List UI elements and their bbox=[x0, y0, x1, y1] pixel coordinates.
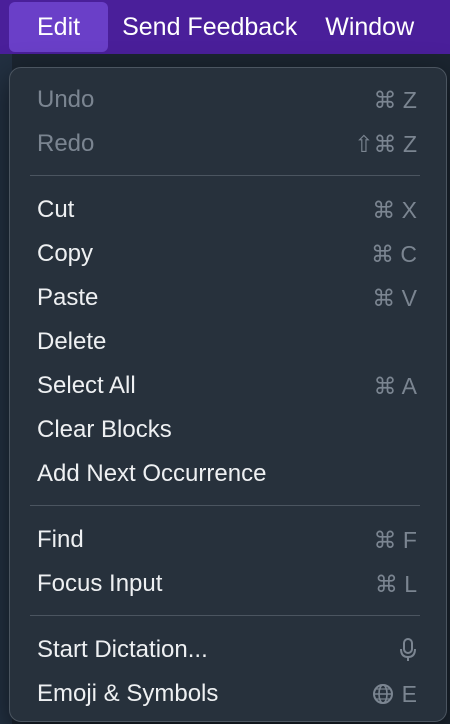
shortcut-key: E bbox=[401, 680, 417, 707]
menu-item-emoji-symbols[interactable]: Emoji & Symbols E bbox=[10, 672, 446, 716]
menu-item-label: Focus Input bbox=[37, 570, 163, 597]
shortcut-label: ⌘ C bbox=[371, 240, 417, 267]
menu-item-label: Delete bbox=[37, 328, 107, 355]
globe-icon bbox=[372, 684, 393, 704]
menu-item-label: Cut bbox=[37, 196, 75, 223]
shortcut-label: ⌘ L bbox=[374, 570, 417, 597]
menu-separator bbox=[30, 175, 420, 176]
menu-separator bbox=[30, 615, 420, 616]
menu-item-label: Select All bbox=[37, 372, 136, 399]
menu-item-redo[interactable]: Redo ⇧⌘ Z bbox=[10, 122, 446, 166]
menu-item-label: Emoji & Symbols bbox=[37, 680, 219, 707]
shortcut-label: ⌘ V bbox=[372, 284, 417, 311]
menu-item-select-all[interactable]: Select All ⌘ A bbox=[10, 364, 446, 408]
shortcut-label: ⇧⌘ Z bbox=[354, 130, 417, 157]
menu-item-label: Copy bbox=[37, 240, 94, 267]
shortcut-label: ⌘ Z bbox=[373, 86, 417, 113]
menu-separator bbox=[30, 505, 420, 506]
app-menubar: Edit Send Feedback Window bbox=[0, 0, 450, 54]
menu-item-label: Find bbox=[37, 526, 84, 553]
menu-item-clear-blocks[interactable]: Clear Blocks bbox=[10, 408, 446, 452]
menubar-item-edit[interactable]: Edit bbox=[9, 2, 109, 52]
menu-item-paste[interactable]: Paste ⌘ V bbox=[10, 276, 446, 320]
menu-item-label: Start Dictation... bbox=[37, 636, 208, 663]
menu-item-find[interactable]: Find ⌘ F bbox=[10, 518, 446, 562]
menu-item-start-dictation[interactable]: Start Dictation... bbox=[10, 628, 446, 672]
shortcut-label: ⌘ F bbox=[373, 526, 417, 553]
menu-item-delete[interactable]: Delete bbox=[10, 320, 446, 364]
menu-item-label: Redo bbox=[37, 130, 95, 157]
menubar-item-window[interactable]: Window bbox=[311, 2, 428, 52]
shortcut-label: ⌘ A bbox=[373, 372, 417, 399]
menu-item-label: Clear Blocks bbox=[37, 416, 172, 443]
menu-item-cut[interactable]: Cut ⌘ X bbox=[10, 188, 446, 232]
menu-item-label: Undo bbox=[37, 86, 95, 113]
menu-item-copy[interactable]: Copy ⌘ C bbox=[10, 232, 446, 276]
menu-item-label: Paste bbox=[37, 284, 99, 311]
microphone-icon bbox=[399, 638, 417, 662]
menubar-item-send-feedback[interactable]: Send Feedback bbox=[108, 2, 311, 52]
menu-item-add-next-occurrence[interactable]: Add Next Occurrence bbox=[10, 452, 446, 496]
menu-item-undo[interactable]: Undo ⌘ Z bbox=[10, 78, 446, 122]
menu-item-focus-input[interactable]: Focus Input ⌘ L bbox=[10, 562, 446, 606]
menu-item-label: Add Next Occurrence bbox=[37, 460, 267, 487]
shortcut-label: E bbox=[372, 681, 417, 708]
shortcut-label: ⌘ X bbox=[372, 196, 417, 223]
edit-menu-dropdown: Undo ⌘ Z Redo ⇧⌘ Z Cut ⌘ X Copy ⌘ C Past… bbox=[9, 67, 447, 722]
